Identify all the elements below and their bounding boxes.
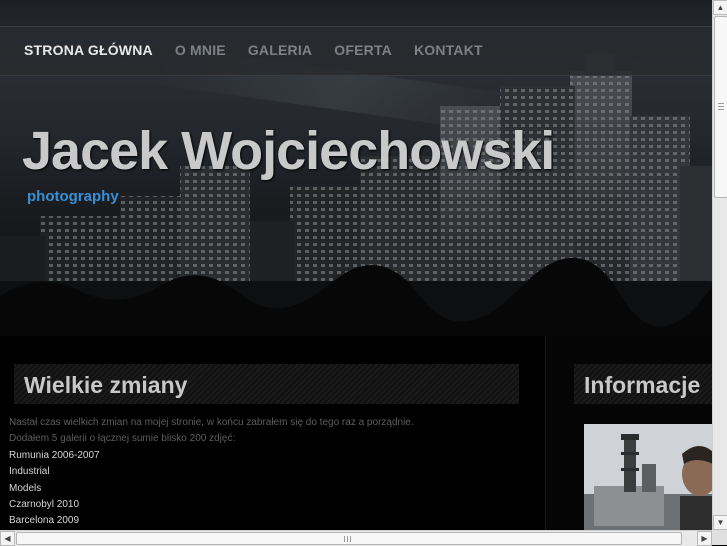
horizontal-scroll-thumb[interactable] bbox=[16, 532, 682, 545]
nav-item-home[interactable]: STRONA GŁÓWNA bbox=[24, 42, 153, 58]
post-text-line: Dodałem 5 galerii o łącznej sumie blisko… bbox=[9, 433, 236, 445]
scroll-down-icon[interactable]: ▼ bbox=[713, 515, 727, 530]
nav-item-contact[interactable]: KONTAKT bbox=[414, 42, 483, 58]
horizontal-scrollbar[interactable]: ◀ ▶ bbox=[0, 530, 712, 546]
sidebar: Informacje bbox=[545, 336, 712, 530]
gallery-link[interactable]: Rumunia 2006-2007 bbox=[9, 448, 529, 464]
main-navigation: STRONA GŁÓWNA O MNIE GALERIA OFERTA KONT… bbox=[0, 26, 712, 76]
nav-list: STRONA GŁÓWNA O MNIE GALERIA OFERTA KONT… bbox=[24, 42, 505, 58]
profile-photo bbox=[584, 424, 712, 530]
post-title[interactable]: Wielkie zmiany bbox=[24, 372, 187, 399]
vertical-scroll-thumb[interactable] bbox=[714, 16, 727, 198]
scroll-left-icon[interactable]: ◀ bbox=[0, 531, 15, 546]
post-body: Nastał czas wielkich zmian na mojej stro… bbox=[9, 415, 529, 530]
main-content: Wielkie zmiany Nastał czas wielkich zmia… bbox=[0, 336, 545, 530]
scroll-up-icon[interactable]: ▲ bbox=[713, 0, 727, 15]
nav-item-about[interactable]: O MNIE bbox=[175, 42, 226, 58]
gallery-link[interactable]: Models bbox=[9, 481, 529, 497]
nav-item-gallery[interactable]: GALERIA bbox=[248, 42, 312, 58]
sidebar-title: Informacje bbox=[584, 372, 701, 398]
scrollbar-corner bbox=[712, 530, 727, 545]
header-banner: STRONA GŁÓWNA O MNIE GALERIA OFERTA KONT… bbox=[0, 0, 712, 336]
page-viewport: STRONA GŁÓWNA O MNIE GALERIA OFERTA KONT… bbox=[0, 0, 712, 530]
scroll-right-icon[interactable]: ▶ bbox=[697, 531, 712, 546]
site-title[interactable]: Jacek Wojciechowski bbox=[22, 120, 555, 182]
site-subtitle: photography bbox=[27, 188, 119, 205]
sidebar-heading-bar: Informacje bbox=[574, 364, 712, 404]
post-text-line: Nastał czas wielkich zmian na mojej stro… bbox=[9, 417, 414, 428]
gallery-link[interactable]: Czarnobyl 2010 bbox=[9, 497, 529, 513]
vertical-scrollbar[interactable]: ▲ ▼ bbox=[712, 0, 727, 530]
nav-item-offer[interactable]: OFERTA bbox=[334, 42, 392, 58]
gallery-link[interactable]: Industrial bbox=[9, 464, 529, 480]
post-heading-bar: Wielkie zmiany bbox=[14, 364, 519, 404]
gallery-link[interactable]: Barcelona 2009 bbox=[9, 513, 529, 529]
